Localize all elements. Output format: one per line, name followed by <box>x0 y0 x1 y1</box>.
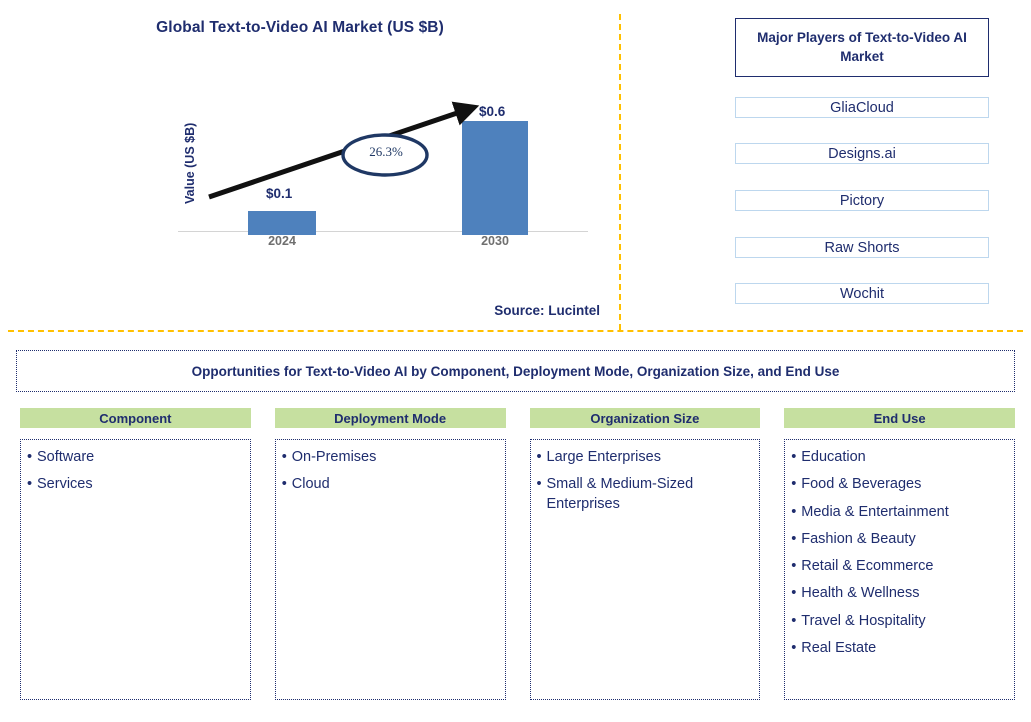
opportunities-banner: Opportunities for Text-to-Video AI by Co… <box>16 350 1015 392</box>
segment-header-label: Component <box>99 410 172 426</box>
segment-body-organization-size: Large Enterprises Small & Medium-Sized E… <box>529 439 761 700</box>
segment-list-item: Travel & Hospitality <box>791 612 1008 632</box>
segment-header-label: Deployment Mode <box>334 410 447 426</box>
horizontal-divider <box>8 330 1023 332</box>
chart-title: Global Text-to-Video AI Market (US $B) <box>156 19 444 36</box>
major-players-header-label: Major Players of Text-to-Video AI Market <box>757 30 967 64</box>
segment-body-component: Software Services <box>20 439 251 700</box>
player-item-designsai[interactable]: Designs.ai <box>735 143 989 164</box>
segment-list-item: Small & Medium-Sized Enterprises <box>537 475 754 514</box>
segment-header-deployment-mode: Deployment Mode <box>274 408 506 428</box>
segment-list-item: Retail & Ecommerce <box>791 557 1008 577</box>
segment-header-label: Organization Size <box>590 410 700 426</box>
segment-deployment-mode: Deployment Mode On-Premises Cloud <box>274 408 506 700</box>
player-label: Pictory <box>839 192 885 209</box>
major-players-panel: Major Players of Text-to-Video AI Market… <box>620 0 1031 330</box>
chart-source: Source: Lucintel <box>494 303 600 318</box>
player-item-rawshorts[interactable]: Raw Shorts <box>735 237 989 258</box>
segment-organization-size: Organization Size Large Enterprises Smal… <box>529 408 761 700</box>
player-item-pictory[interactable]: Pictory <box>735 190 989 211</box>
segment-list-item: Cloud <box>282 475 499 495</box>
player-label: Wochit <box>839 285 885 302</box>
player-item-gliacloud[interactable]: GliaCloud <box>735 97 989 118</box>
segment-list-item: Services <box>27 475 244 495</box>
segment-header-organization-size: Organization Size <box>529 408 761 428</box>
segment-list-item: Fashion & Beauty <box>791 530 1008 550</box>
segment-list-item: Software <box>27 448 244 468</box>
opportunities-banner-label: Opportunities for Text-to-Video AI by Co… <box>191 363 840 379</box>
player-label: GliaCloud <box>830 99 894 116</box>
segment-end-use: End Use Education Food & Beverages Media… <box>784 408 1015 700</box>
segment-header-end-use: End Use <box>784 408 1015 428</box>
player-label: Designs.ai <box>828 145 896 162</box>
segment-list-item: On-Premises <box>282 448 499 468</box>
player-label: Raw Shorts <box>824 239 900 256</box>
segment-header-component: Component <box>20 408 251 428</box>
segment-list-item: Real Estate <box>791 639 1008 659</box>
segments-row: Component Software Services Deployment M… <box>20 408 1015 700</box>
segment-list-item: Education <box>791 448 1008 468</box>
segment-body-deployment-mode: On-Premises Cloud <box>274 439 506 700</box>
segment-list-item: Food & Beverages <box>791 475 1008 495</box>
market-chart-panel: Global Text-to-Video AI Market (US $B) V… <box>0 0 619 330</box>
segment-list-item: Large Enterprises <box>537 448 754 468</box>
segment-header-label: End Use <box>873 410 926 426</box>
segment-list-item: Media & Entertainment <box>791 503 1008 523</box>
infographic-page: Global Text-to-Video AI Market (US $B) V… <box>0 0 1031 722</box>
segment-list-item: Health & Wellness <box>791 584 1008 604</box>
segment-component: Component Software Services <box>20 408 251 700</box>
cagr-arrow-graphic <box>208 101 480 200</box>
major-players-header: Major Players of Text-to-Video AI Market <box>735 18 989 77</box>
segment-body-end-use: Education Food & Beverages Media & Enter… <box>784 439 1015 700</box>
cagr-label: 26.3% <box>369 144 403 159</box>
player-item-wochit[interactable]: Wochit <box>735 283 989 304</box>
